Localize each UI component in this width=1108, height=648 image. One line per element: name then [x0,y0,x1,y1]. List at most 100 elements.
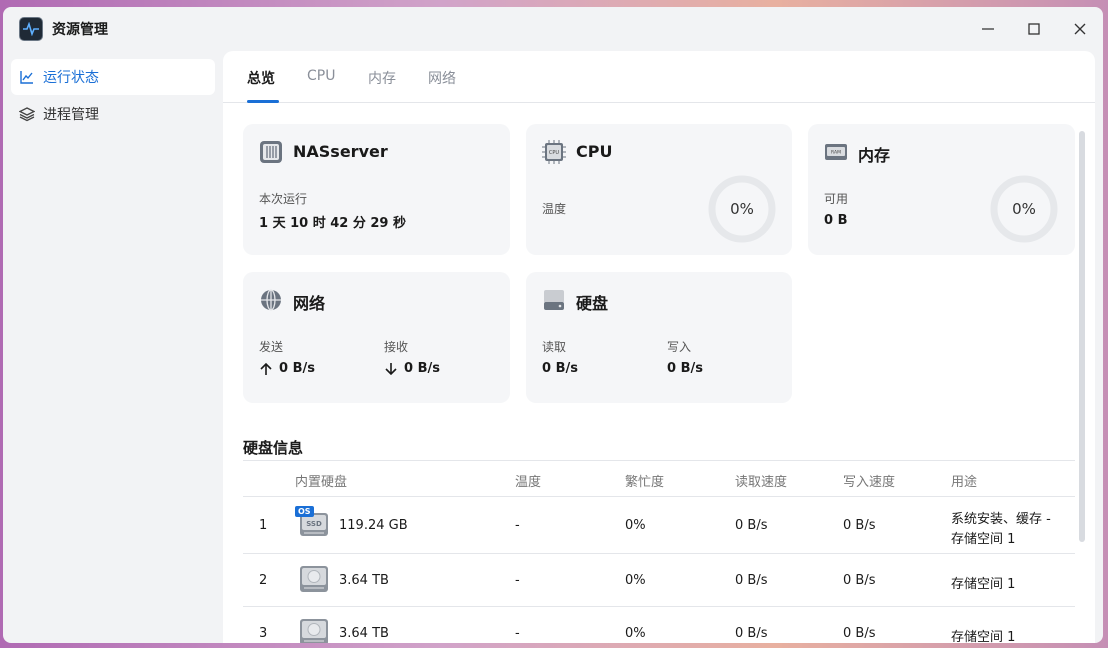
globe-icon [261,289,281,311]
sidebar-item-label: 运行状态 [43,70,99,86]
row-index: 2 [259,573,268,588]
cpu-temp-label: 温度 [542,202,567,216]
layers-icon [19,107,35,122]
disk-usage-line1: 存储空间 1 [951,630,1016,643]
disk-temp: - [515,518,520,533]
disk-read-speed: 0 B/s [735,626,768,641]
sidebar-item-label: 进程管理 [43,107,99,123]
uptime-label: 本次运行 [259,192,308,206]
close-button[interactable] [1068,17,1092,41]
tab-network[interactable]: 网络 [428,68,456,88]
disk-capacity: 3.64 TB [339,573,389,588]
line-chart-icon [20,71,33,84]
hdd-icon [300,619,328,643]
sidebar: 运行状态 进程管理 [11,59,215,133]
disk-read-speed: 0 B/s [735,573,768,588]
disk-temp: - [515,573,520,588]
memory-usage-value: 0% [1012,200,1036,218]
card-title: 硬盘 [576,294,609,313]
tab-overview[interactable]: 总览 [247,68,275,88]
disk-read-speed: 0 B/s [735,518,768,533]
cpu-chip-icon: CPU [542,140,566,164]
card-title: NASserver [293,142,388,161]
card-title: CPU [576,142,613,161]
table-row[interactable]: 3 3.64 TB - 0% 0 B/s 0 B/s 存储空间 1 [243,607,1075,643]
tab-memory[interactable]: 内存 [368,68,396,88]
table-row[interactable]: 1 SSD OS 119.24 GB - 0% 0 B/s 0 B/s 系统安装… [243,497,1075,554]
main-panel: 总览 CPU 内存 网络 NASserver 本次运行 1 天 10 时 42 … [223,51,1095,643]
table-row[interactable]: 2 3.64 TB - 0% 0 B/s 0 B/s 存储空间 1 [243,554,1075,607]
disk-write-speed: 0 B/s [843,626,876,641]
hdd-icon [300,566,328,592]
card-title: 网络 [293,294,326,313]
row-index: 1 [259,518,268,533]
column-header[interactable]: 读取速度 [735,471,787,490]
network-send: 0 B/s [259,361,315,376]
app-title: 资源管理 [52,22,108,38]
disk-write-label: 写入 [667,340,692,354]
disk-card[interactable]: 硬盘 读取 0 B/s 写入 0 B/s [526,272,792,403]
network-card[interactable]: 网络 发送 0 B/s 接收 0 B/s [243,272,510,403]
disk-capacity: 119.24 GB [339,518,408,533]
table-header: 内置硬盘 温度 繁忙度 读取速度 写入速度 用途 [243,460,1075,497]
tab-cpu[interactable]: CPU [307,68,335,84]
title-bar: 资源管理 [3,7,1103,51]
tab-bar: 总览 CPU 内存 网络 [223,51,1095,103]
server-card[interactable]: NASserver 本次运行 1 天 10 时 42 分 29 秒 [243,124,510,255]
maximize-icon [1028,23,1040,35]
column-header[interactable]: 繁忙度 [625,471,664,490]
activity-icon [19,17,43,41]
column-header[interactable]: 温度 [515,471,541,490]
card-title: 内存 [858,146,891,165]
network-send-value: 0 B/s [279,361,315,376]
column-header[interactable]: 内置硬盘 [295,471,347,490]
disk-read-value: 0 B/s [542,361,578,376]
disk-read-label: 读取 [542,340,567,354]
app-window: 资源管理 运行状态 进程管理 总览 CPU 内存 网络 NASserver 本次… [3,7,1103,643]
close-icon [1074,23,1086,35]
disk-usage-line1: 系统安装、缓存 - [951,512,1051,527]
disk-write-speed: 0 B/s [843,518,876,533]
tab-underline [247,100,279,103]
minimize-icon [982,28,994,30]
sidebar-item-processes[interactable]: 进程管理 [11,96,215,132]
memory-available-label: 可用 [824,192,849,206]
network-receive-label: 接收 [384,340,409,354]
cpu-card[interactable]: CPU CPU 温度 0% [526,124,792,255]
disk-info-table: 内置硬盘 温度 繁忙度 读取速度 写入速度 用途 1 SSD OS 119.24… [243,460,1075,643]
column-header[interactable]: 写入速度 [843,471,895,490]
arrow-up-icon [260,362,272,375]
network-send-label: 发送 [259,340,284,354]
row-index: 3 [259,626,268,641]
ram-chip-text: RAM [831,150,841,156]
column-header[interactable]: 用途 [951,471,977,490]
cpu-usage-value: 0% [730,200,754,218]
network-receive-value: 0 B/s [404,361,440,376]
disk-busy: 0% [625,518,646,533]
ram-icon: RAM [825,144,847,160]
os-badge: OS [295,506,314,517]
disk-capacity: 3.64 TB [339,626,389,641]
memory-usage-ring: 0% [990,175,1058,243]
cpu-chip-text: CPU [549,150,560,156]
server-icon [260,141,282,163]
minimize-button[interactable] [976,17,1000,41]
hard-drive-icon [544,290,564,310]
sidebar-item-status[interactable]: 运行状态 [11,59,215,95]
memory-available-value: 0 B [824,213,848,228]
ssd-label: SSD [306,520,322,528]
maximize-button[interactable] [1022,17,1046,41]
disk-busy: 0% [625,626,646,641]
network-receive: 0 B/s [384,361,440,376]
disk-info-title: 硬盘信息 [243,439,304,457]
disk-temp: - [515,626,520,641]
uptime-value: 1 天 10 时 42 分 29 秒 [259,216,406,231]
disk-usage-line1: 存储空间 1 [951,577,1016,592]
disk-busy: 0% [625,573,646,588]
disk-write-speed: 0 B/s [843,573,876,588]
arrow-down-icon [385,362,397,375]
vertical-scrollbar[interactable] [1079,131,1085,542]
memory-card[interactable]: RAM 内存 可用 0 B 0% [808,124,1075,255]
cpu-usage-ring: 0% [708,175,776,243]
disk-write-value: 0 B/s [667,361,703,376]
